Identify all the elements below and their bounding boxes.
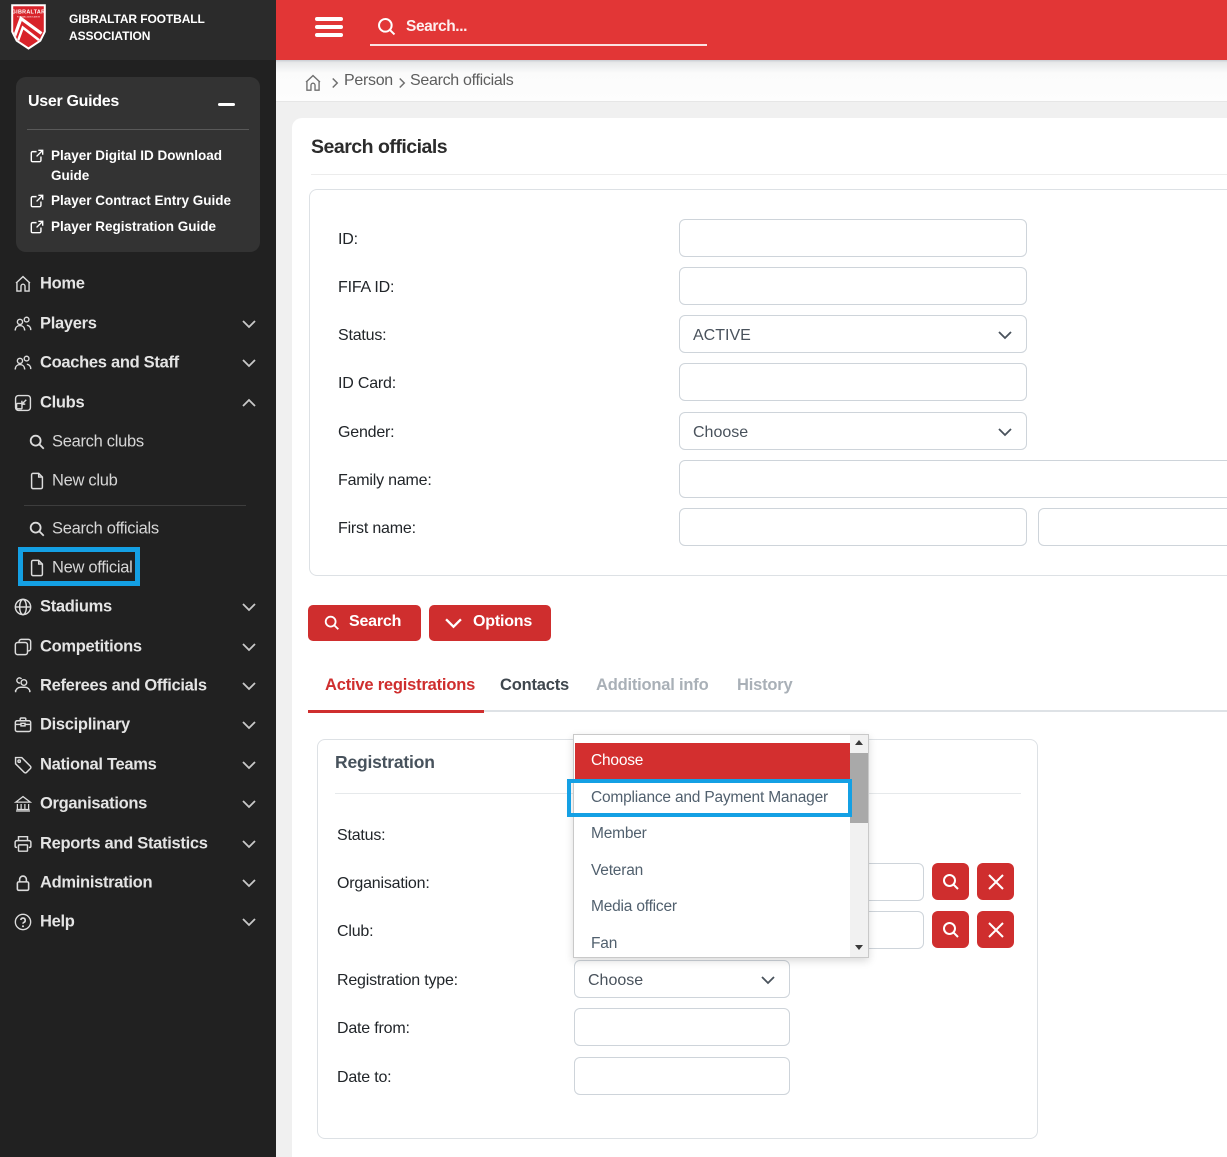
svg-text:GIBRALTAR: GIBRALTAR [12, 10, 46, 16]
